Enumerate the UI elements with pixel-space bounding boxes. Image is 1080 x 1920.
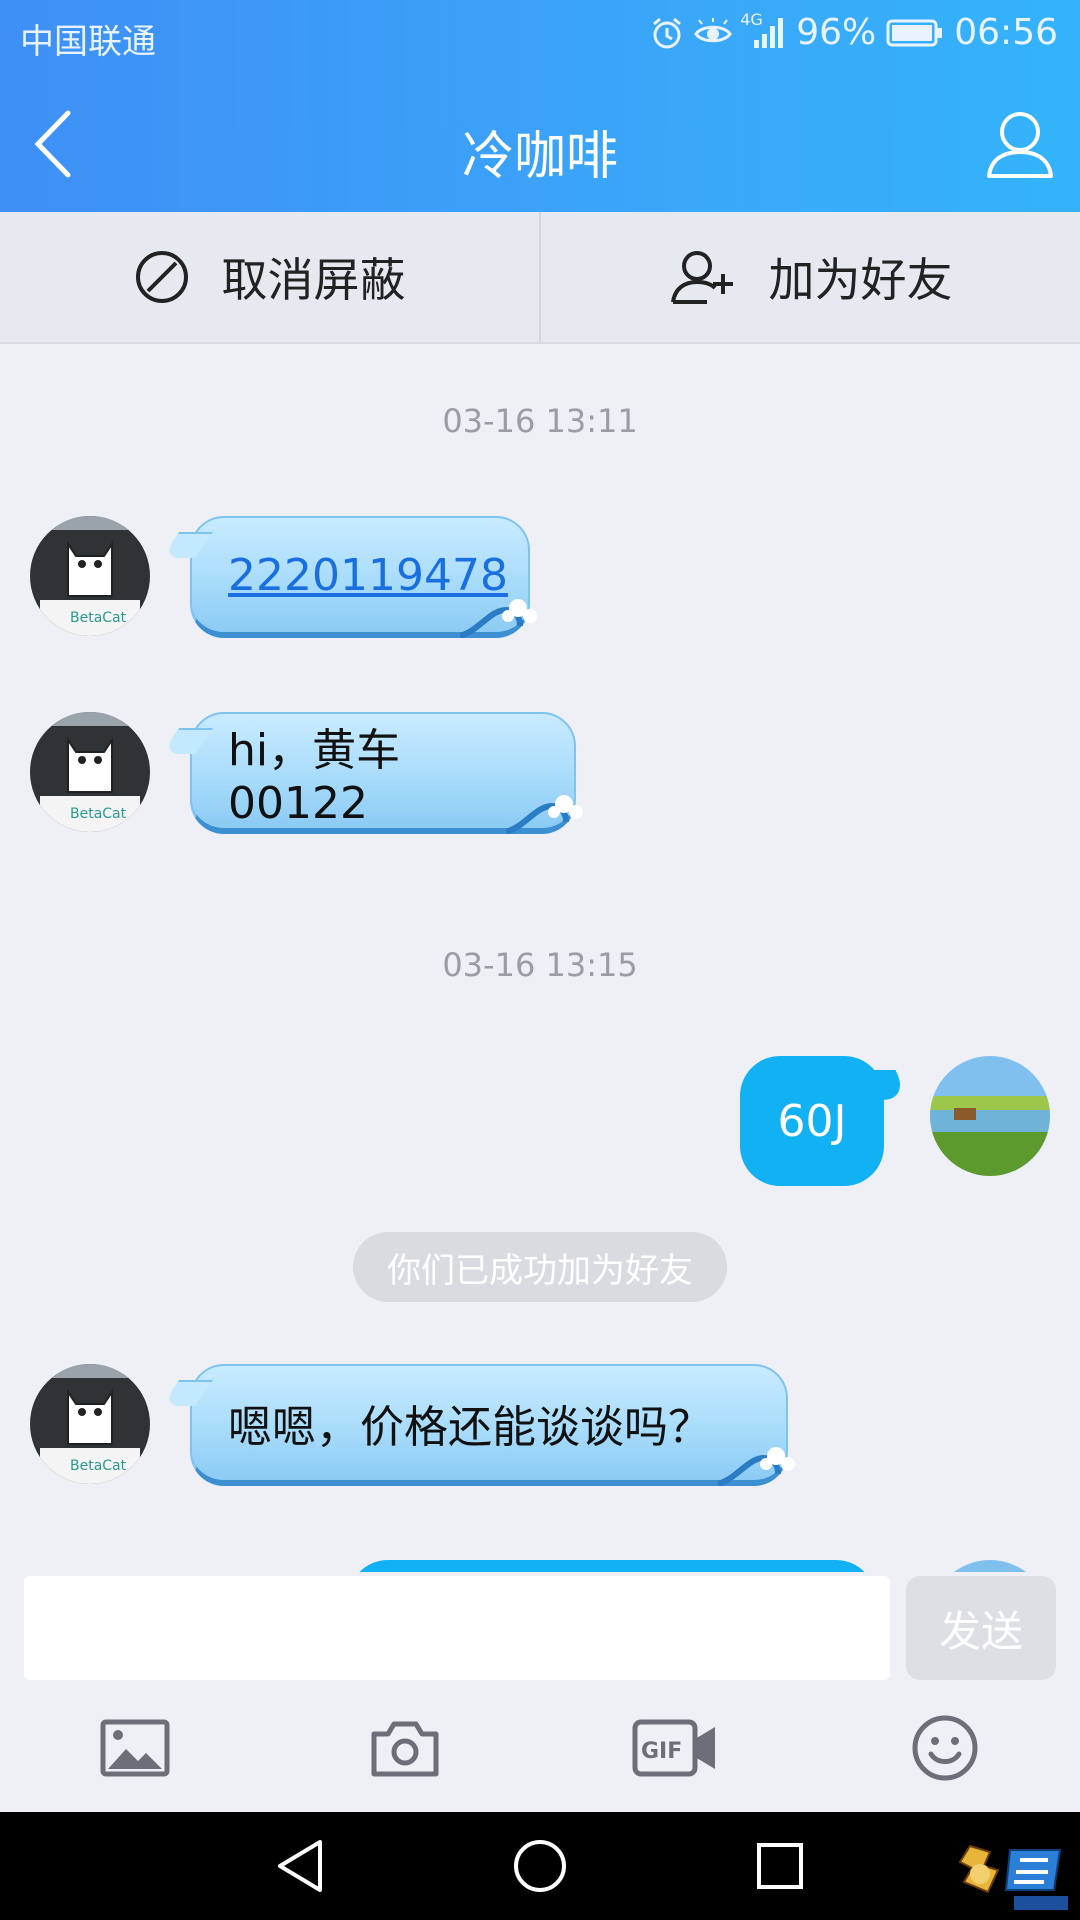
self-avatar[interactable] — [930, 1560, 1050, 1572]
avatar-label: BetaCat — [70, 1458, 127, 1474]
svg-text:GIF: GIF — [641, 1739, 682, 1764]
user-icon — [987, 112, 1053, 178]
wave-decoration-icon — [506, 795, 583, 834]
image-icon — [100, 1719, 170, 1777]
camera-button[interactable] — [365, 1710, 445, 1786]
emoji-icon — [912, 1715, 978, 1781]
unblock-label: 取消屏蔽 — [221, 253, 406, 307]
message-text: hi，黄车00122 — [228, 724, 401, 829]
contact-avatar[interactable]: BetaCat — [30, 1364, 150, 1484]
wave-decoration-icon — [460, 599, 537, 638]
unblock-button[interactable]: 取消屏蔽 — [0, 212, 539, 342]
add-friend-button[interactable]: 加为好友 — [539, 212, 1080, 342]
battery-percent: 96% — [796, 12, 877, 53]
header: 中国联通 4G 96% 06:56 冷咖啡 — [0, 0, 1080, 212]
add-friend-label: 加为好友 — [768, 253, 953, 307]
message-bubble-outgoing[interactable]: 60J — [740, 1056, 884, 1186]
signal-icon: 4G — [740, 10, 786, 50]
contact-avatar[interactable]: BetaCat — [30, 712, 150, 832]
input-toolbar: GIF — [0, 1684, 1080, 1812]
input-bar: 发送 — [0, 1572, 1080, 1684]
avatar-label: BetaCat — [70, 806, 127, 822]
clock: 06:56 — [954, 12, 1058, 53]
add-user-icon — [670, 251, 733, 304]
wave-decoration-icon — [718, 1447, 795, 1486]
network-type: 4G — [740, 9, 763, 29]
eye-comfort-icon — [694, 17, 733, 48]
profile-button[interactable] — [980, 104, 1060, 184]
block-icon — [135, 251, 188, 303]
nav-home-button[interactable] — [508, 1834, 572, 1898]
contact-avatar[interactable]: BetaCat — [30, 516, 150, 636]
status-bar: 中国联通 4G 96% 06:56 — [0, 0, 1080, 76]
home-circle-icon — [514, 1840, 566, 1892]
message-text: 嗯嗯，价格还能谈谈吗？ — [228, 1402, 712, 1453]
message-bubble-outgoing-partial[interactable] — [348, 1560, 876, 1572]
site-watermark-logo — [950, 1836, 1074, 1916]
alarm-icon — [650, 16, 684, 50]
message-text: 60J — [777, 1095, 847, 1147]
back-triangle-icon — [278, 1840, 322, 1892]
message-input[interactable] — [24, 1576, 890, 1680]
timestamp: 03-16 13:11 — [442, 402, 638, 440]
chat-area[interactable]: 03-16 13:11 BetaCat 2220119478 BetaCat h… — [0, 346, 1080, 1572]
chat-title: 冷咖啡 — [461, 127, 618, 187]
system-notice: 你们已成功加为好友 — [353, 1232, 727, 1302]
camera-icon — [371, 1721, 439, 1777]
gif-video-button[interactable]: GIF — [632, 1710, 718, 1786]
navigation-bar — [0, 1812, 1080, 1920]
message-bubble-incoming[interactable]: 嗯嗯，价格还能谈谈吗？ — [190, 1364, 795, 1486]
self-avatar[interactable] — [930, 1056, 1050, 1176]
timestamp: 03-16 13:15 — [442, 946, 638, 984]
status-indicators: 4G 96% 06:56 — [650, 10, 1058, 53]
emoji-button[interactable] — [905, 1710, 985, 1786]
gif-icon: GIF — [632, 1719, 715, 1777]
message-bubble-incoming[interactable]: 2220119478 — [190, 516, 537, 638]
battery-icon — [886, 18, 944, 48]
nav-recents-button[interactable] — [748, 1834, 812, 1898]
image-button[interactable] — [95, 1710, 175, 1786]
recents-square-icon — [757, 1843, 803, 1889]
send-button[interactable]: 发送 — [906, 1576, 1056, 1680]
title-bar: 冷咖啡 — [0, 76, 1080, 212]
message-bubble-incoming[interactable]: hi，黄车00122 — [190, 712, 583, 834]
action-bar: 取消屏蔽 加为好友 — [0, 212, 1080, 344]
nav-back-button[interactable] — [268, 1834, 332, 1898]
carrier-name: 中国联通 — [20, 22, 156, 62]
avatar-label: BetaCat — [70, 610, 127, 626]
